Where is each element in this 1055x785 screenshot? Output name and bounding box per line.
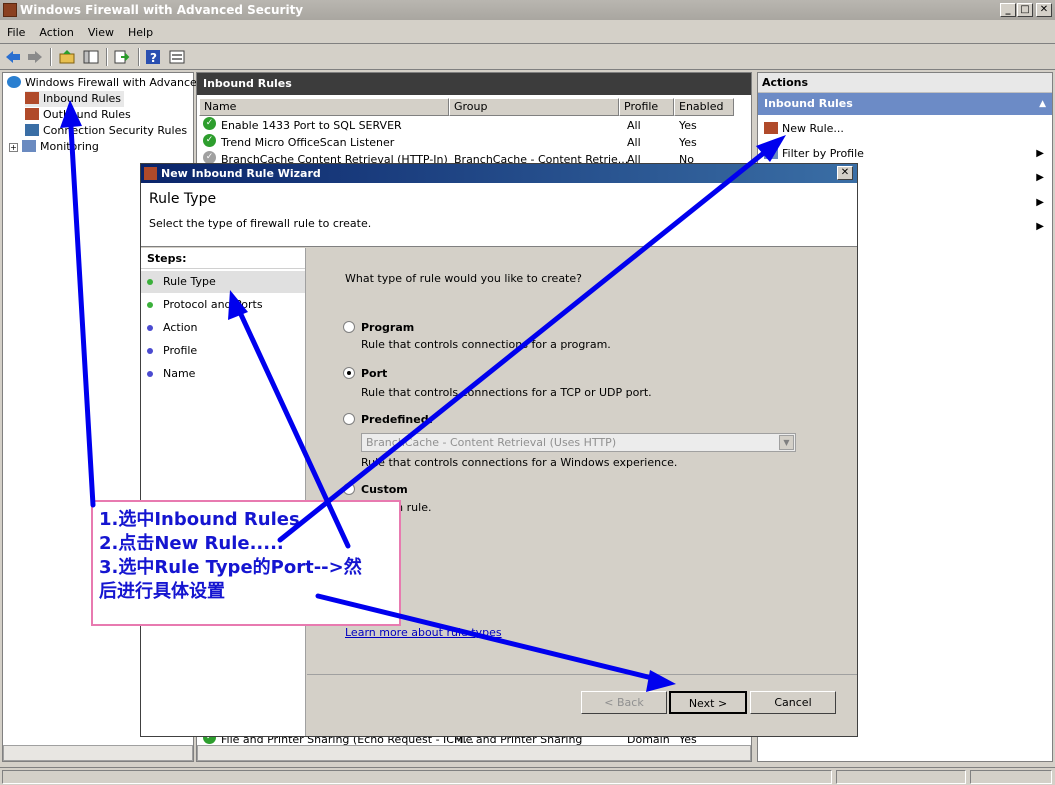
show-hide-tree-icon[interactable]	[82, 48, 100, 66]
maximize-button[interactable]: □	[1017, 3, 1033, 17]
enabled-check-icon: ✓	[203, 134, 216, 147]
back-icon[interactable]	[4, 48, 22, 66]
column-group[interactable]: Group	[449, 98, 619, 116]
chevron-down-icon[interactable]: ▼	[779, 435, 794, 450]
radio-port[interactable]	[343, 367, 355, 379]
submenu-arrow-icon: ▶	[1036, 197, 1044, 208]
step-name[interactable]: Name	[141, 363, 305, 385]
help-icon[interactable]: ?	[144, 48, 162, 66]
annotation-line-2: 2.点击New Rule.....	[99, 533, 284, 554]
filter-icon	[764, 147, 778, 159]
step-icon	[147, 302, 153, 308]
wizard-steps: Steps: Rule Type Protocol and Ports Acti…	[141, 248, 306, 736]
annotation-line-1: 1.选中Inbound Rules	[99, 509, 300, 530]
minimize-button[interactable]: _	[1000, 3, 1016, 17]
back-button[interactable]: < Back	[581, 691, 667, 714]
column-enabled[interactable]: Enabled	[674, 98, 734, 116]
wizard-icon	[144, 167, 157, 180]
annotation-callout: 1.选中Inbound Rules 2.点击New Rule..... 3.选中…	[91, 500, 401, 626]
pane-title: Inbound Rules	[197, 73, 751, 95]
new-rule-icon	[764, 122, 778, 134]
menu-view[interactable]: View	[81, 22, 121, 44]
firewall-icon	[3, 3, 17, 17]
tree-root[interactable]: Windows Firewall with Advanced S	[7, 75, 214, 91]
close-button[interactable]: ✕	[1036, 3, 1052, 17]
option-port-desc: Rule that controls connections for a TCP…	[361, 386, 652, 399]
svg-text:?: ?	[150, 51, 157, 65]
wizard-close-button[interactable]: ✕	[837, 166, 853, 180]
connection-security-icon	[25, 124, 39, 136]
window-title-bar: Windows Firewall with Advanced Security …	[0, 0, 1055, 20]
column-name[interactable]: Name	[199, 98, 449, 116]
annotation-line-3: 3.选中Rule Type的Port-->然	[99, 557, 362, 578]
actions-section-inbound-rules[interactable]: Inbound Rules ▲	[758, 93, 1052, 115]
action-new-rule[interactable]: New Rule...	[764, 117, 1048, 141]
enabled-check-icon: ✓	[203, 117, 216, 130]
step-profile[interactable]: Profile	[141, 340, 305, 362]
option-program-label[interactable]: Program	[361, 321, 414, 334]
radio-predefined[interactable]	[343, 413, 355, 425]
forward-icon[interactable]	[26, 48, 44, 66]
annotation-line-4: 后进行具体设置	[99, 581, 225, 602]
option-predefined-label[interactable]: Predefined:	[361, 413, 433, 426]
properties-icon[interactable]	[168, 48, 186, 66]
outbound-rules-icon	[25, 108, 39, 120]
learn-more-link[interactable]: Learn more about rule types	[345, 626, 502, 639]
tree-item-inbound-rules[interactable]: Inbound Rules	[25, 91, 125, 107]
tree-item-connection-security-rules[interactable]: Connection Security Rules	[25, 123, 187, 139]
inbound-rules-icon	[25, 92, 39, 104]
status-bar	[0, 767, 1055, 785]
step-rule-type[interactable]: Rule Type	[141, 271, 305, 293]
step-icon	[147, 325, 153, 331]
wizard-heading: Rule Type	[149, 191, 217, 207]
tree-item-monitoring[interactable]: + Monitoring	[9, 139, 99, 155]
step-protocol-and-ports[interactable]: Protocol and Ports	[141, 294, 305, 316]
window-title: Windows Firewall with Advanced Security	[20, 3, 304, 17]
submenu-arrow-icon: ▶	[1036, 221, 1044, 232]
radio-custom[interactable]	[343, 483, 355, 495]
step-icon	[147, 348, 153, 354]
tree-item-outbound-rules[interactable]: Outbound Rules	[25, 107, 131, 123]
step-action[interactable]: Action	[141, 317, 305, 339]
monitoring-icon	[22, 140, 36, 152]
submenu-arrow-icon: ▶	[1036, 148, 1044, 159]
firewall-globe-icon	[7, 76, 21, 88]
cancel-button[interactable]: Cancel	[750, 691, 836, 714]
submenu-arrow-icon: ▶	[1036, 172, 1044, 183]
option-program-desc: Rule that controls connections for a pro…	[361, 338, 611, 351]
tree-horizontal-scrollbar[interactable]	[3, 745, 193, 761]
column-profile[interactable]: Profile	[619, 98, 674, 116]
menu-bar: File Action View Help	[0, 22, 1055, 44]
up-folder-icon[interactable]	[58, 48, 76, 66]
next-button[interactable]: Next >	[669, 691, 747, 714]
menu-action[interactable]: Action	[32, 22, 80, 44]
wizard-header: Rule Type Select the type of firewall ru…	[141, 183, 857, 247]
export-list-icon[interactable]	[112, 48, 130, 66]
collapse-icon[interactable]: ▲	[1039, 93, 1046, 115]
wizard-title-bar: New Inbound Rule Wizard ✕	[141, 164, 857, 183]
table-row[interactable]: ✓ Enable 1433 Port to SQL SERVER All Yes	[201, 117, 741, 134]
toolbar: ?	[0, 45, 1055, 70]
radio-program[interactable]	[343, 321, 355, 333]
actions-title: Actions	[758, 73, 1052, 93]
steps-label: Steps:	[147, 252, 187, 265]
step-icon	[147, 371, 153, 377]
menu-help[interactable]: Help	[121, 22, 160, 44]
table-row[interactable]: ✓ Trend Micro OfficeScan Listener All Yes	[201, 134, 741, 151]
rule-type-question: What type of rule would you like to crea…	[345, 272, 582, 285]
predefined-select[interactable]: BranchCache - Content Retrieval (Uses HT…	[361, 433, 796, 452]
option-custom-label[interactable]: Custom	[361, 483, 408, 496]
option-port-label[interactable]: Port	[361, 367, 387, 380]
option-predefined-desc: Rule that controls connections for a Win…	[361, 456, 678, 469]
menu-file[interactable]: File	[0, 22, 32, 44]
step-current-icon	[147, 279, 153, 285]
wizard-content: What type of rule would you like to crea…	[307, 248, 857, 736]
expand-icon[interactable]: +	[9, 143, 18, 152]
wizard-subheading: Select the type of firewall rule to crea…	[149, 217, 372, 230]
new-inbound-rule-wizard: New Inbound Rule Wizard ✕ Rule Type Sele…	[140, 163, 858, 737]
list-horizontal-scrollbar[interactable]	[197, 745, 751, 761]
